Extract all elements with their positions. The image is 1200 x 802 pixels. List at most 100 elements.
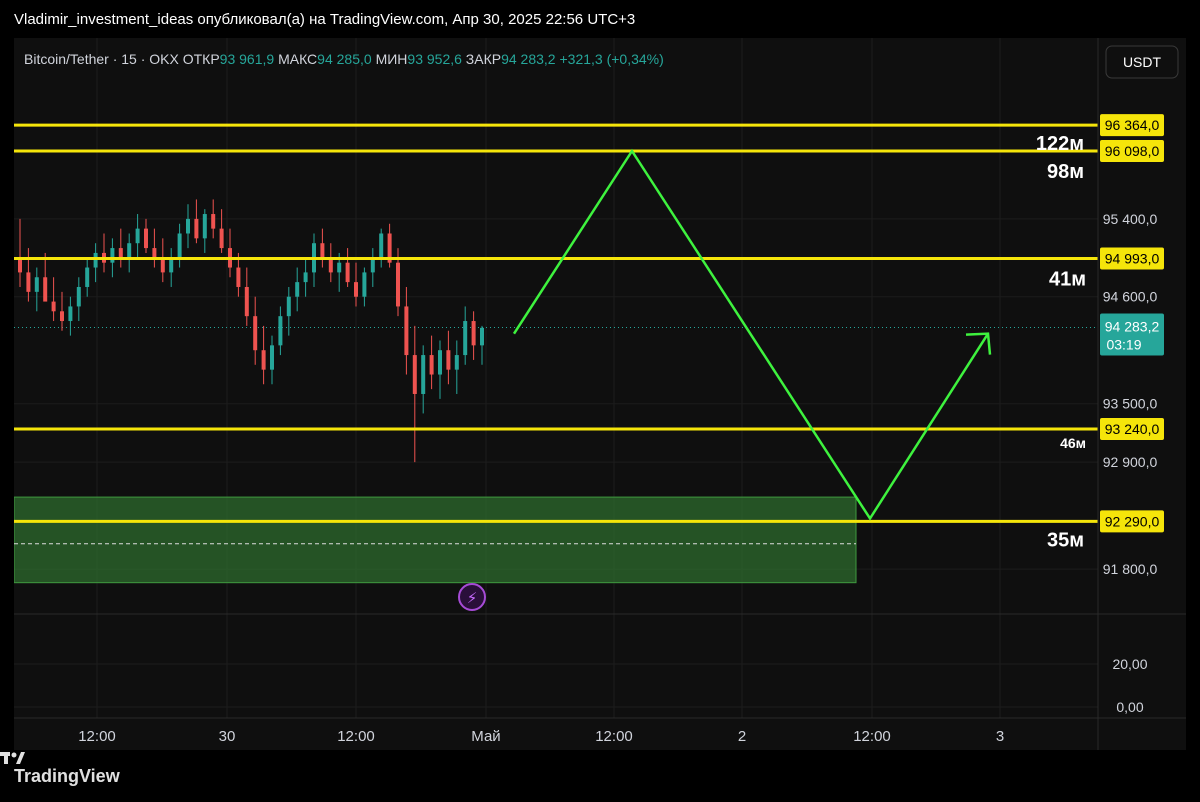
legend-close-label: ЗАКР [466,51,501,67]
candle-body [463,321,468,356]
candle-body [127,243,132,258]
x-tick-label: 30 [219,728,236,745]
candle-body [278,316,283,346]
candle-body [244,286,249,317]
volume-annotation: 41м [1049,268,1086,290]
candle-body [362,272,367,297]
footer-bar: TradingView [0,750,1200,802]
candle-body [236,267,241,287]
candle-body [26,272,31,292]
candle-body [404,306,409,356]
legend-open-label: ОТКР [183,51,220,67]
x-tick-label: Май [471,728,500,745]
candle-body [76,286,81,307]
candle-body [177,233,182,258]
candle-body [202,214,207,239]
chart-panel[interactable]: 20,00 0,00 122м 98м 41м 46м 35м 95 400,0 94 600,… [14,38,1186,750]
level-price-label: 96 098,0 [1105,143,1160,159]
candle-body [454,355,459,370]
y-tick-label: 92 900,0 [1103,454,1158,470]
y-tick-label: 94 600,0 [1103,289,1158,305]
candle-body [471,321,476,346]
publisher-title: Vladimir_investment_ideas опубликовал(а)… [14,10,636,28]
candle-body [43,277,48,302]
projection-path[interactable] [512,148,990,521]
legend-symbol: Bitcoin/Tether · 15 · OKX [24,51,183,67]
candle-body [286,296,291,317]
bar-countdown-label: 03:19 [1106,337,1141,353]
level-price-label: 93 240,0 [1105,421,1160,437]
volume-annotation: 98м [1047,161,1084,183]
x-tick-label: 12:00 [853,728,891,745]
x-tick-label: 12:00 [78,728,116,745]
lightning-glyph: ⚡ [467,589,478,607]
candle-body [303,272,308,283]
price-chart[interactable]: 20,00 0,00 122м 98м 41м 46м 35м 95 400,0 94 600,… [14,38,1186,750]
candle-body [320,243,325,258]
tradingview-logo-icon [0,752,25,764]
legend-low-label: МИН [376,51,408,67]
x-tick-label: 2 [738,728,746,745]
candle-body [412,355,417,394]
level-price-label: 96 364,0 [1105,117,1160,133]
candle-body [144,228,148,249]
candle-body [421,355,426,394]
tradingview-logo-text: TradingView [14,765,120,786]
publisher-bar: Vladimir_investment_ideas опубликовал(а)… [0,0,1200,38]
candle-body [34,277,39,292]
candle-body [396,262,400,307]
candle-body [186,218,190,234]
candle-body [370,257,375,273]
candle-body [354,282,358,297]
legend-change: +321,3 (+0,34%) [559,51,663,67]
candle-body [337,262,342,273]
candle-body [135,228,140,244]
currency-button-label: USDT [1123,54,1162,70]
candle-body [194,218,199,239]
demand-zone[interactable] [14,496,857,584]
x-tick-label: 12:00 [595,728,633,745]
candle-body [295,282,300,297]
x-tick-label: 12:00 [337,728,375,745]
current-price-label: 94 283,2 [1105,319,1160,335]
volume-annotation: 35м [1047,529,1084,551]
y-tick-label: 93 500,0 [1103,396,1158,412]
legend-open-value: 93 961,9 [220,51,278,67]
y-tick-label: 95 400,0 [1103,211,1158,227]
legend-high-value: 94 285,0 [317,51,375,67]
candle-body [211,214,216,229]
indicator-tick-label: 20,00 [1112,656,1147,672]
candle-body [169,257,174,273]
x-tick-label: 3 [996,728,1004,745]
legend-close-value: 94 283,2 [501,51,559,67]
candle-body [253,316,258,351]
candle-body [379,233,384,258]
candle-body [345,262,350,283]
ohlc-legend[interactable]: Bitcoin/Tether · 15 · OKX ОТКР93 961,9 М… [24,51,664,67]
candle-body [480,327,484,346]
candle-body [60,311,64,322]
legend-high-label: МАКС [278,51,317,67]
level-price-label: 94 993,0 [1105,250,1160,266]
candle-body [328,257,333,273]
legend-low-value: 93 952,6 [407,51,465,67]
candle-body [68,306,73,322]
candle-body [160,257,165,273]
candle-body [51,301,56,312]
candle-body [446,350,451,370]
candle-body [261,350,266,370]
candle-body [270,345,274,370]
candle-body [152,248,157,258]
candle-body [429,355,434,375]
volume-annotation: 46м [1060,435,1086,451]
candle-body [18,257,22,273]
level-price-label: 92 290,0 [1105,513,1160,529]
candle-body [438,350,442,375]
candle-body [93,252,98,268]
candle-body [219,228,224,249]
indicator-tick-label: 0,00 [1116,699,1143,715]
tradingview-logo[interactable]: TradingView [0,752,120,787]
candle-body [85,267,90,287]
candle-body [110,248,115,263]
y-tick-label: 91 800,0 [1103,561,1158,577]
